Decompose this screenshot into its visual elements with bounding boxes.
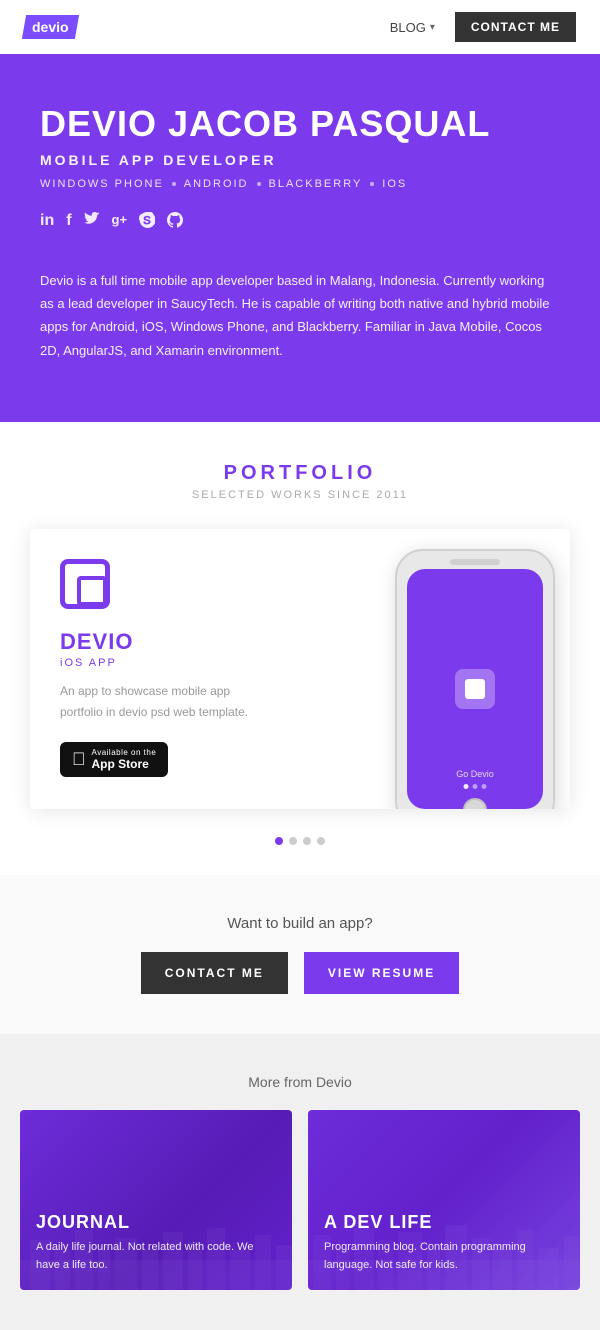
skype-icon[interactable] <box>139 212 155 233</box>
phone-pagination-dots <box>464 784 487 789</box>
appstore-badge[interactable]:  Available on the App Store <box>60 742 168 777</box>
portfolio-title: PORTFOLIO <box>20 462 580 485</box>
phone-bottom-label: Go Devio <box>456 769 494 779</box>
phone-mockup-container: Go Devio <box>380 549 570 809</box>
blog-card-1-desc: A daily life journal. Not related with c… <box>36 1239 276 1274</box>
portfolio-subtitle: SELECTED WORKS SINCE 2011 <box>20 489 580 501</box>
carousel-dots <box>20 837 580 845</box>
portfolio-card: DEVIO iOS APP An app to showcase mobile … <box>30 529 570 809</box>
cta-text: Want to build an app? <box>20 915 580 932</box>
platforms-list: WINDOWS PHONE ANDROID BLACKBERRY IOS <box>40 178 560 190</box>
github-icon[interactable] <box>167 212 183 233</box>
app-description: An app to showcase mobile app portfolio … <box>60 681 260 722</box>
facebook-icon[interactable]: f <box>66 212 71 233</box>
phone-dot-1 <box>464 784 469 789</box>
cta-section: Want to build an app? CONTACT ME VIEW RE… <box>0 875 600 1034</box>
platform-android: ANDROID <box>184 178 249 190</box>
linkedin-icon[interactable]: in <box>40 212 54 233</box>
carousel-dot-3[interactable] <box>303 837 311 845</box>
blog-cards: JOURNAL A daily life journal. Not relate… <box>20 1110 580 1290</box>
phone-screen: Go Devio <box>407 569 543 809</box>
blog-section: More from Devio <box>0 1034 600 1330</box>
splash-icon <box>455 669 495 709</box>
blog-card-2-name: A DEV LIFE <box>324 1212 564 1233</box>
apple-icon:  <box>72 749 86 770</box>
blog-card-1-name: JOURNAL <box>36 1212 276 1233</box>
navbar: devio BLOG ▾ CONTACT ME <box>0 0 600 54</box>
contact-button[interactable]: CONTACT ME <box>455 12 576 42</box>
social-icons: in f g+ <box>40 212 560 233</box>
nav-right: BLOG ▾ CONTACT ME <box>390 12 576 42</box>
blog-card-2-desc: Programming blog. Contain programming la… <box>324 1239 564 1274</box>
badge-text: Available on the App Store <box>92 748 157 771</box>
view-resume-button[interactable]: VIEW RESUME <box>304 952 459 994</box>
logo[interactable]: devio <box>22 15 79 39</box>
blog-card-1-content: JOURNAL A daily life journal. Not relate… <box>20 1196 292 1290</box>
blog-section-title: More from Devio <box>20 1074 580 1090</box>
platform-ios: IOS <box>382 178 407 190</box>
carousel-dot-2[interactable] <box>289 837 297 845</box>
platform-blackberry: BLACKBERRY <box>269 178 363 190</box>
dot-2 <box>257 182 261 186</box>
portfolio-section: PORTFOLIO SELECTED WORKS SINCE 2011 DEVI… <box>0 422 600 875</box>
phone-dot-2 <box>473 784 478 789</box>
hero-name: DEVIO JACOB PASQUAL <box>40 104 560 144</box>
hero-section: DEVIO JACOB PASQUAL MOBILE APP DEVELOPER… <box>0 54 600 422</box>
dot-3 <box>370 182 374 186</box>
blog-menu[interactable]: BLOG ▾ <box>390 20 435 35</box>
carousel-dot-4[interactable] <box>317 837 325 845</box>
blog-card-2-content: A DEV LIFE Programming blog. Contain pro… <box>308 1196 580 1290</box>
contact-me-button[interactable]: CONTACT ME <box>141 952 288 994</box>
app-icon <box>60 559 116 615</box>
blog-card-journal[interactable]: JOURNAL A daily life journal. Not relate… <box>20 1110 292 1290</box>
platform-windows: WINDOWS PHONE <box>40 178 164 190</box>
twitter-icon[interactable] <box>84 212 100 233</box>
googleplus-icon[interactable]: g+ <box>112 212 128 233</box>
dot-1 <box>172 182 176 186</box>
logo-container: devio <box>24 15 77 39</box>
cta-buttons: CONTACT ME VIEW RESUME <box>20 952 580 994</box>
hero-role: MOBILE APP DEVELOPER <box>40 152 560 168</box>
phone-outer: Go Devio <box>395 549 555 809</box>
app-icon-inner <box>60 559 110 609</box>
carousel-dot-1[interactable] <box>275 837 283 845</box>
phone-dot-3 <box>482 784 487 789</box>
blog-card-devlife[interactable]: A DEV LIFE Programming blog. Contain pro… <box>308 1110 580 1290</box>
chevron-down-icon: ▾ <box>430 22 435 33</box>
phone-mockup: Go Devio <box>380 549 570 809</box>
hero-bio: Devio is a full time mobile app develope… <box>40 269 560 363</box>
phone-notch <box>450 559 500 565</box>
